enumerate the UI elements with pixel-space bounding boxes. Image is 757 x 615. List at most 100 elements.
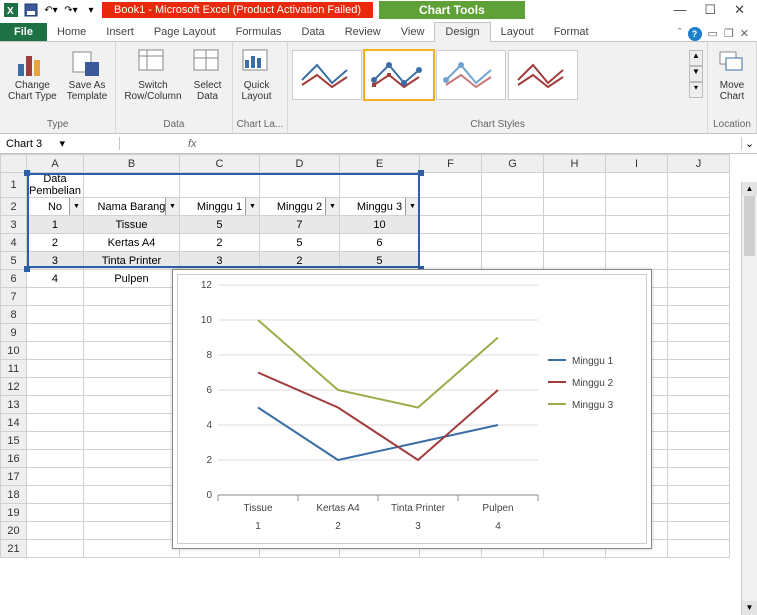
selection-handle-tr[interactable] <box>418 170 424 176</box>
cell-J18[interactable] <box>667 486 729 504</box>
cell-A10[interactable] <box>27 342 84 360</box>
row-header-12[interactable]: 12 <box>1 378 27 396</box>
cell-I5[interactable] <box>605 252 667 270</box>
cell-E5[interactable]: 5 <box>339 252 419 270</box>
embedded-chart[interactable]: 024681012Tissue1Kertas A42Tinta Printer3… <box>172 269 652 549</box>
cell-F1[interactable] <box>419 173 481 198</box>
cell-H4[interactable] <box>543 234 605 252</box>
worksheet-grid[interactable]: ABCDEFGHIJ1Data Pembelian2No▼Nama Barang… <box>0 154 757 558</box>
cell-J4[interactable] <box>667 234 729 252</box>
excel-icon[interactable]: X <box>2 2 20 18</box>
help-icon[interactable]: ? <box>688 27 702 41</box>
cell-A1[interactable]: Data Pembelian <box>27 173 84 198</box>
filter-dropdown-icon[interactable]: ▼ <box>405 198 419 215</box>
cell-A21[interactable] <box>27 540 84 558</box>
select-all-corner[interactable] <box>1 155 27 173</box>
cell-A3[interactable]: 1 <box>27 216 84 234</box>
col-header-D[interactable]: D <box>259 155 339 173</box>
row-header-21[interactable]: 21 <box>1 540 27 558</box>
fx-label[interactable]: fx <box>180 138 205 150</box>
cell-B11[interactable] <box>83 360 179 378</box>
cell-J21[interactable] <box>667 540 729 558</box>
cell-B6[interactable]: Pulpen <box>83 270 179 288</box>
tab-view[interactable]: View <box>391 23 435 41</box>
tab-page-layout[interactable]: Page Layout <box>144 23 226 41</box>
cell-J13[interactable] <box>667 396 729 414</box>
cell-B10[interactable] <box>83 342 179 360</box>
row-header-6[interactable]: 6 <box>1 270 27 288</box>
cell-F5[interactable] <box>419 252 481 270</box>
cell-J1[interactable] <box>667 173 729 198</box>
qat-dropdown-icon[interactable]: ▾ <box>82 2 100 18</box>
col-header-F[interactable]: F <box>419 155 481 173</box>
selection-handle-bl[interactable] <box>24 266 30 272</box>
cell-H2[interactable] <box>543 198 605 216</box>
name-box[interactable]: Chart 3 ▾ <box>0 137 120 150</box>
cell-B4[interactable]: Kertas A4 <box>83 234 179 252</box>
cell-F3[interactable] <box>419 216 481 234</box>
tab-insert[interactable]: Insert <box>96 23 144 41</box>
col-header-I[interactable]: I <box>605 155 667 173</box>
row-header-7[interactable]: 7 <box>1 288 27 306</box>
cell-I4[interactable] <box>605 234 667 252</box>
cell-I1[interactable] <box>605 173 667 198</box>
filter-dropdown-icon[interactable]: ▼ <box>165 198 179 215</box>
cell-B8[interactable] <box>83 306 179 324</box>
cell-A17[interactable] <box>27 468 84 486</box>
cell-J15[interactable] <box>667 432 729 450</box>
chart-style-3[interactable] <box>436 50 506 100</box>
tab-format[interactable]: Format <box>544 23 599 41</box>
cell-B21[interactable] <box>83 540 179 558</box>
cell-C4[interactable]: 2 <box>179 234 259 252</box>
col-header-B[interactable]: B <box>83 155 179 173</box>
save-as-template-button[interactable]: Save As Template <box>63 44 112 104</box>
save-icon[interactable] <box>22 2 40 18</box>
move-chart-button[interactable]: Move Chart <box>712 44 752 104</box>
col-header-E[interactable]: E <box>339 155 419 173</box>
cell-I2[interactable] <box>605 198 667 216</box>
cell-A14[interactable] <box>27 414 84 432</box>
chart-styles-up-icon[interactable]: ▲ <box>689 50 703 66</box>
cell-J17[interactable] <box>667 468 729 486</box>
tab-formulas[interactable]: Formulas <box>226 23 292 41</box>
cell-B5[interactable]: Tinta Printer <box>83 252 179 270</box>
cell-B13[interactable] <box>83 396 179 414</box>
cell-A12[interactable] <box>27 378 84 396</box>
maximize-icon[interactable]: ☐ <box>704 2 716 18</box>
close-icon[interactable]: ✕ <box>734 2 745 18</box>
cell-G3[interactable] <box>481 216 543 234</box>
cell-A5[interactable]: 3 <box>27 252 84 270</box>
tab-home[interactable]: Home <box>47 23 96 41</box>
name-box-dropdown-icon[interactable]: ▾ <box>60 137 114 150</box>
scroll-up-icon[interactable]: ▲ <box>742 182 757 196</box>
redo-icon[interactable]: ↷▾ <box>62 2 80 18</box>
quick-layout-button[interactable]: Quick Layout <box>237 44 277 104</box>
chart-style-1[interactable] <box>292 50 362 100</box>
col-header-C[interactable]: C <box>179 155 259 173</box>
cell-E1[interactable] <box>339 173 419 198</box>
cell-C3[interactable]: 5 <box>179 216 259 234</box>
vertical-scrollbar[interactable]: ▲ ▼ <box>741 182 757 615</box>
cell-J8[interactable] <box>667 306 729 324</box>
row-header-1[interactable]: 1 <box>1 173 27 198</box>
cell-J2[interactable] <box>667 198 729 216</box>
cell-J9[interactable] <box>667 324 729 342</box>
cell-A20[interactable] <box>27 522 84 540</box>
doc-minimize-icon[interactable]: ▭ <box>708 27 718 41</box>
cell-G5[interactable] <box>481 252 543 270</box>
col-header-J[interactable]: J <box>667 155 729 173</box>
cell-B9[interactable] <box>83 324 179 342</box>
chart-style-2[interactable] <box>364 50 434 100</box>
cell-D5[interactable]: 2 <box>259 252 339 270</box>
tab-design[interactable]: Design <box>434 22 490 42</box>
cell-D2[interactable]: Minggu 2▼ <box>259 198 339 216</box>
cell-J20[interactable] <box>667 522 729 540</box>
cell-A11[interactable] <box>27 360 84 378</box>
cell-E3[interactable]: 10 <box>339 216 419 234</box>
cell-H3[interactable] <box>543 216 605 234</box>
tab-file[interactable]: File <box>0 23 47 41</box>
cell-B1[interactable] <box>83 173 179 198</box>
row-header-11[interactable]: 11 <box>1 360 27 378</box>
cell-J3[interactable] <box>667 216 729 234</box>
tab-review[interactable]: Review <box>335 23 391 41</box>
